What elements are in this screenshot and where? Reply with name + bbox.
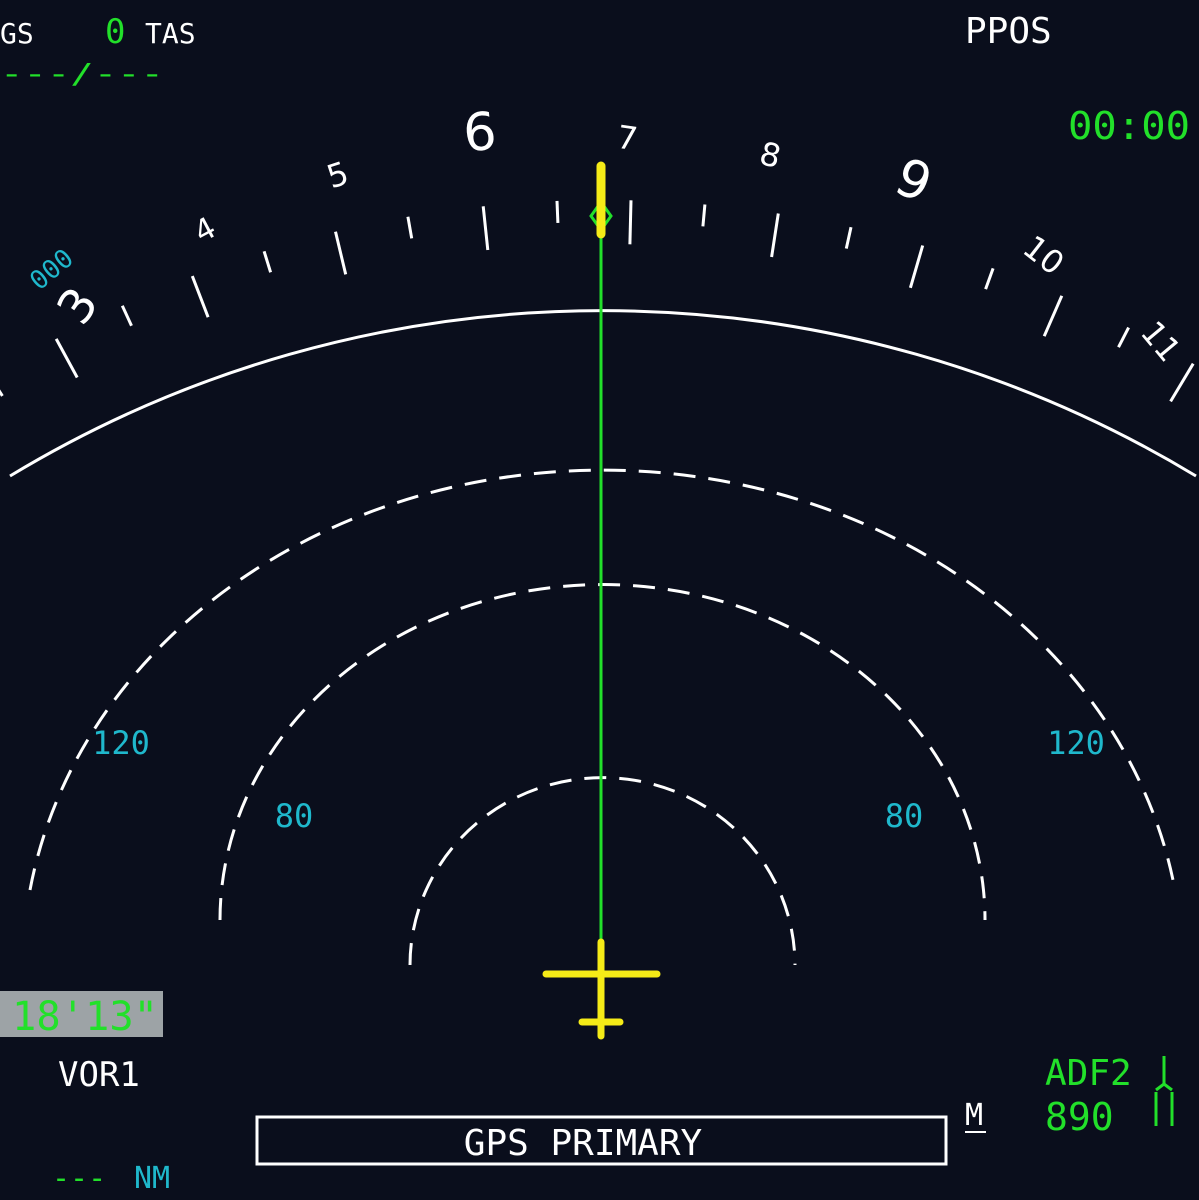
compass-minor-tick xyxy=(262,250,273,273)
heading-label-11: 11 xyxy=(1133,314,1188,370)
heading-label-6: 6 xyxy=(461,102,499,165)
compass-minor-tick xyxy=(406,216,414,239)
compass-minor-tick xyxy=(1117,326,1130,348)
compass-minor-tick xyxy=(0,389,4,397)
compass-major-tick xyxy=(54,338,79,379)
range-label-left-outer: 120 xyxy=(92,724,150,762)
range-label-right-mid: 80 xyxy=(885,797,924,835)
gps-message: GPS PRIMARY xyxy=(464,1123,703,1164)
elapsed-time: 00:00 xyxy=(1068,104,1190,148)
adf-label: ADF2 xyxy=(1045,1053,1132,1094)
compass-major-tick xyxy=(334,231,348,275)
aircraft-symbol-icon xyxy=(542,938,661,1040)
compass-minor-tick xyxy=(120,305,133,327)
distance-unit: NM xyxy=(134,1161,170,1196)
chrono-value: 18'13" xyxy=(12,994,158,1040)
compass-major-tick xyxy=(1169,362,1195,403)
compass-major-tick xyxy=(190,275,210,318)
mag-indicator: M xyxy=(965,1098,983,1133)
navigation-display: 3 4 5 6 7 8 9 10 11 000 120 120 80 80 GS… xyxy=(0,11,1197,1196)
compass-major-tick xyxy=(1042,295,1064,337)
mode-label: PPOS xyxy=(965,11,1052,52)
compass-minor-tick xyxy=(844,226,853,249)
gs-value: 0 xyxy=(105,12,125,52)
distance-value: --- xyxy=(52,1161,106,1196)
heading-label-5: 5 xyxy=(322,154,353,196)
heading-label-10: 10 xyxy=(1016,228,1071,283)
compass-major-tick xyxy=(628,200,633,245)
compass-major-tick xyxy=(908,245,925,289)
gs-label: GS xyxy=(0,17,34,50)
range-label-right-outer: 120 xyxy=(1047,724,1105,762)
heading-label-7: 7 xyxy=(615,118,640,158)
adf-pointer-icon xyxy=(1154,1056,1174,1126)
range-label-left-mid: 80 xyxy=(275,797,314,835)
compass-minor-tick xyxy=(555,200,560,223)
adf-frequency: 890 xyxy=(1045,1095,1114,1139)
compass-major-tick xyxy=(770,213,780,258)
heading-label-8: 8 xyxy=(756,134,785,176)
compass-minor-tick xyxy=(984,267,995,290)
tas-label: TAS xyxy=(145,17,196,50)
compass-arc xyxy=(9,309,1197,478)
compass-major-tick xyxy=(481,206,490,251)
compass-minor-tick xyxy=(701,204,707,227)
wind-readout: ---/--- xyxy=(0,57,164,90)
heading-label-4: 4 xyxy=(189,211,222,251)
heading-label-9: 9 xyxy=(887,147,940,215)
nav-source-label: VOR1 xyxy=(58,1055,140,1095)
